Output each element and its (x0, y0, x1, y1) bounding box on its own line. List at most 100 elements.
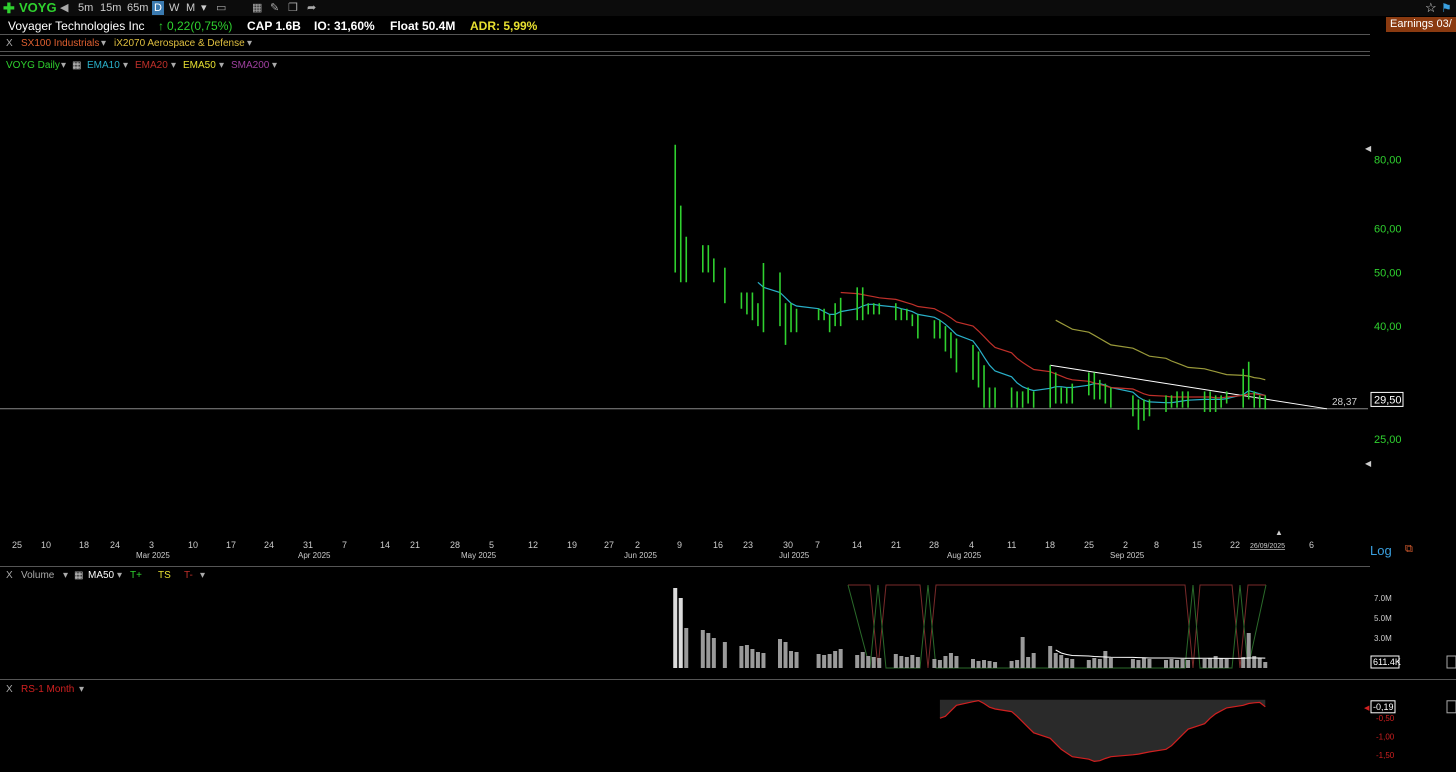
interval-15m[interactable]: 15m (100, 0, 121, 16)
log-toggle[interactable]: Log (1370, 543, 1392, 558)
market-cap: CAP 1.6B (247, 19, 301, 33)
volume-bar (855, 655, 860, 668)
month-label: Aug 2025 (947, 551, 982, 560)
dropdown-icon[interactable]: ▾ (247, 37, 252, 51)
add-icon[interactable]: ✚ (3, 0, 15, 16)
rs-marker-icon: ◀ (1364, 705, 1370, 712)
volume-bar (816, 654, 821, 668)
volume-bar (744, 645, 749, 668)
adr: ADR: 5,99% (470, 19, 538, 33)
divider (0, 679, 1456, 680)
volume-bar (706, 633, 711, 668)
volume-bar (954, 656, 959, 668)
y-tick-label: 40,00 (1374, 321, 1402, 333)
chart-type-icon[interactable]: ▭ (216, 0, 226, 16)
volume-bar (932, 659, 937, 668)
x-tick-label: 10 (188, 540, 198, 550)
interval-m[interactable]: M (186, 0, 195, 16)
popout-icon[interactable]: ⧉ (1405, 543, 1413, 556)
last-price-label: 29,50 (1374, 394, 1402, 406)
scroll-up-icon: ◀ (1365, 144, 1372, 153)
interval-dropdown-icon[interactable]: ▾ (201, 0, 207, 16)
month-label: May 2025 (461, 551, 497, 560)
volume-bar (778, 639, 782, 668)
close-groups-button[interactable]: X (6, 37, 13, 51)
institutional-ownership: IO: 31,60% (314, 19, 375, 33)
volume-bar (678, 598, 683, 668)
volume-bar (827, 654, 832, 668)
volume-bar (794, 652, 799, 668)
x-tick-label: 18 (79, 540, 89, 550)
star-icon[interactable]: ☆ (1425, 0, 1437, 16)
x-tick-label: 19 (567, 540, 577, 550)
industry-link[interactable]: iX2070 Aerospace & Defense (114, 37, 245, 51)
volume-bar (1208, 658, 1213, 668)
volume-bar (893, 654, 898, 668)
interval-5m[interactable]: 5m (78, 0, 93, 16)
volume-bar (1175, 660, 1180, 668)
volume-bar (877, 658, 882, 668)
volume-bar (904, 657, 909, 668)
symbol-label[interactable]: VOYG (19, 0, 57, 16)
volume-bar (1059, 655, 1064, 668)
x-tick-label: 25 (12, 540, 22, 550)
price-chart[interactable]: 28,3780,0060,0050,0040,0025,00◀◀▲29,5025… (0, 56, 1456, 566)
volume-bar (860, 652, 865, 668)
x-tick-label: 8 (1154, 540, 1159, 550)
volume-bar (722, 642, 727, 668)
float: Float 50.4M (390, 19, 456, 33)
interval-d[interactable]: D (152, 1, 164, 15)
volume-bar (1070, 659, 1075, 668)
rs-scroll-icon (1446, 700, 1456, 714)
sector-link[interactable]: SX100 Industrials (21, 37, 99, 51)
volume-bar (1020, 637, 1025, 668)
volume-bar (1097, 659, 1102, 668)
share-icon[interactable]: ➦ (307, 0, 316, 16)
x-tick-label: 3 (149, 540, 154, 550)
volume-bar (789, 651, 794, 668)
volume-bar (783, 642, 788, 668)
x-tick-label: 15 (1192, 540, 1202, 550)
volume-chart[interactable]: 7.0M 5.0M 3.0M 611.4K (0, 580, 1456, 680)
volume-bar (739, 646, 744, 668)
x-tick-label: 2 (635, 540, 640, 550)
divider (0, 34, 1370, 35)
toolbar: ✚ VOYG ◀ 5m 15m 65m D W M ▾ ▭ ▦ ✎ ❐ ➦ ☆ … (0, 0, 1456, 16)
volume-bar (1053, 653, 1058, 668)
volume-bar (993, 662, 998, 668)
table-icon[interactable]: ▦ (252, 0, 262, 16)
divider (0, 51, 1370, 52)
quote-header: Voyager Technologies Inc ↑ 0,22(0,75%) C… (0, 17, 1456, 35)
last-volume-label: 611.4K (1373, 657, 1401, 667)
pencil-icon[interactable]: ✎ (270, 0, 279, 16)
y-tick-label: -1,00 (1376, 733, 1395, 742)
volume-bar (1169, 659, 1174, 668)
price-change: 0,22(0,75%) (167, 19, 233, 33)
y-tick-label: 25,00 (1374, 434, 1402, 446)
volume-bar (915, 657, 920, 668)
month-label: Jun 2025 (624, 551, 657, 560)
rs-chart[interactable]: -0,50 -1,00 -1,50 -0,19◀ (0, 690, 1456, 772)
x-tick-label: 22 (1230, 540, 1240, 550)
interval-w[interactable]: W (169, 0, 179, 16)
speaker-icon[interactable]: ◀ (60, 0, 68, 16)
volume-bar (1103, 651, 1108, 668)
flag-icon[interactable]: ⚑ (1441, 0, 1452, 16)
volume-bar (1086, 660, 1091, 668)
volume-bar (1219, 658, 1224, 668)
interval-65m[interactable]: 65m (127, 0, 148, 16)
x-tick-label: 7 (342, 540, 347, 550)
x-tick-label: 25 (1084, 540, 1094, 550)
volume-bar (1136, 660, 1141, 668)
earnings-badge[interactable]: Earnings 03/ (1386, 17, 1456, 32)
ema10-line (757, 281, 1266, 404)
copy-icon[interactable]: ❐ (288, 0, 298, 16)
volume-bar (1263, 662, 1268, 668)
volume-bar (1064, 658, 1069, 668)
x-tick-label: 18 (1045, 540, 1055, 550)
last-rs-label: -0,19 (1373, 702, 1394, 712)
volume-bar (755, 652, 760, 668)
y-tick-label: 3.0M (1374, 634, 1392, 643)
dropdown-icon[interactable]: ▾ (101, 37, 106, 51)
x-tick-label: 7 (815, 540, 820, 550)
